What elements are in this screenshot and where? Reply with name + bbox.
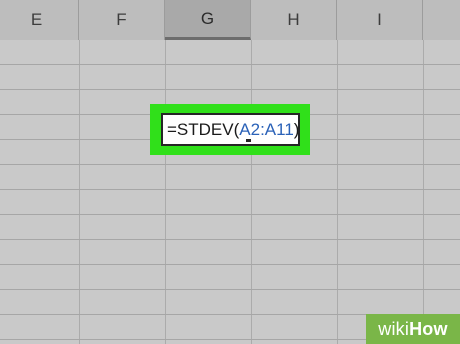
- column-label: F: [116, 10, 127, 29]
- row-gridline: [0, 89, 460, 90]
- formula-closing-paren: ): [293, 119, 300, 139]
- column-header-g[interactable]: G: [165, 0, 251, 40]
- column-label: I: [377, 10, 382, 29]
- row-gridline: [0, 239, 460, 240]
- active-cell-editor[interactable]: =STDEV(A2:A11): [161, 113, 300, 146]
- column-header-row: E F G H I: [0, 0, 460, 41]
- cell-grid[interactable]: [0, 40, 460, 344]
- column-gridline: [165, 40, 166, 344]
- column-header-f[interactable]: F: [79, 0, 165, 40]
- row-gridline: [0, 214, 460, 215]
- column-gridline: [423, 40, 424, 344]
- formula-function: =STDEV(: [167, 119, 240, 139]
- column-label: H: [287, 10, 300, 29]
- row-gridline: [0, 264, 460, 265]
- row-gridline: [0, 289, 460, 290]
- formula-range-reference: A2:A11: [239, 119, 294, 139]
- column-label: E: [30, 10, 43, 29]
- column-label: G: [200, 8, 215, 28]
- fill-handle[interactable]: [246, 139, 251, 142]
- column-gridline: [79, 40, 80, 344]
- column-header-e[interactable]: E: [0, 0, 79, 40]
- column-header-h[interactable]: H: [251, 0, 337, 40]
- column-gridline: [337, 40, 338, 344]
- watermark-logo: wiki How: [366, 314, 460, 344]
- column-gridline: [251, 40, 252, 344]
- row-gridline: [0, 64, 460, 65]
- row-gridline: [0, 189, 460, 190]
- spreadsheet: E F G H I =STDEV(A2:A11) wiki How: [0, 0, 460, 344]
- watermark-how-text: How: [409, 318, 448, 339]
- row-gridline: [0, 164, 460, 165]
- watermark-wiki-text: wiki: [378, 318, 410, 339]
- column-header-i[interactable]: I: [337, 0, 423, 40]
